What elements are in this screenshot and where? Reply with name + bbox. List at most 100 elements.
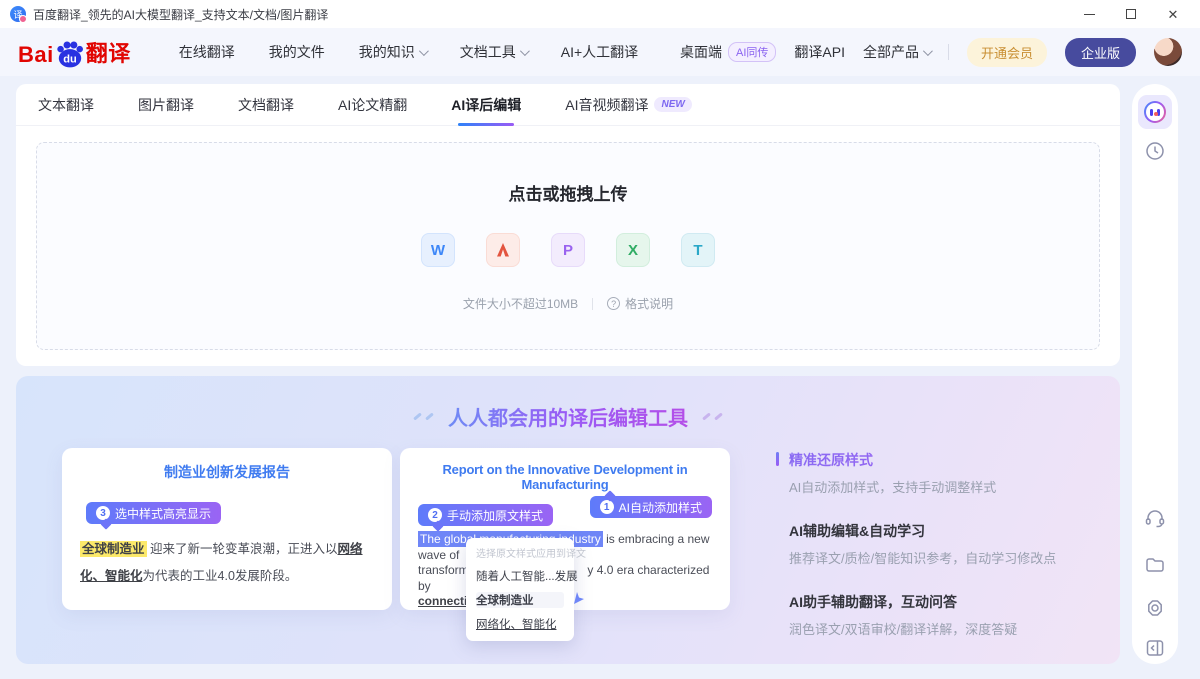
translate-tabs: 文本翻译 图片翻译 文档翻译 AI论文精翻 AI译后编辑 AI音视频翻译 NEW	[16, 84, 1120, 126]
nav-label: 文档工具	[460, 42, 516, 62]
cursor-icon	[570, 590, 586, 606]
source-doc-title: 制造业创新发展报告	[80, 462, 374, 482]
nav-ai-human-translate[interactable]: AI+人工翻译	[561, 42, 638, 62]
settings-button[interactable]	[1143, 596, 1167, 620]
active-indicator-bar	[776, 452, 779, 466]
tab-ai-post-edit[interactable]: AI译后编辑	[451, 84, 521, 126]
feature-desc: 推荐译文/质检/智能知识参考，自动学习修改点	[789, 548, 1106, 567]
note-divider	[592, 298, 593, 310]
badge-number: 3	[96, 506, 110, 520]
feature-ai-assist-edit[interactable]: AI辅助编辑&自动学习 推荐译文/质检/智能知识参考，自动学习修改点	[776, 521, 1106, 567]
new-badge: NEW	[654, 97, 691, 112]
enterprise-button[interactable]: 企业版	[1065, 38, 1136, 67]
headset-icon	[1143, 507, 1167, 531]
source-text-end: 为代表的工业4.0发展阶段。	[143, 569, 298, 583]
feature-title: AI助手辅助翻译，互动问答	[789, 592, 1106, 612]
highlighted-term: 全球制造业	[80, 541, 147, 557]
customer-support-button[interactable]	[1143, 507, 1167, 531]
nav-label: 在线翻译	[179, 42, 235, 62]
upload-title: 点击或拖拽上传	[509, 180, 628, 205]
logo-bai: Bai	[18, 42, 54, 68]
pdf-file-icon	[486, 233, 520, 267]
feature-desc: AI自动添加样式，支持手动调整样式	[789, 477, 1106, 496]
ppt-file-icon: P	[551, 233, 585, 267]
site-header: Bai du 翻译 在线翻译 我的文件 我的知识 文档工具 AI+人工翻译 桌面…	[0, 28, 1200, 76]
nav-label: AI+人工翻译	[561, 42, 638, 62]
nav-my-files[interactable]: 我的文件	[269, 42, 325, 62]
open-membership-button[interactable]: 开通会员	[967, 38, 1047, 67]
user-avatar[interactable]	[1154, 38, 1182, 66]
sparkle-left-icon	[413, 415, 434, 418]
dropdown-item-label: 全球制造业	[476, 595, 534, 607]
result-style-card: Report on the Innovative Development in …	[400, 448, 730, 610]
folder-icon	[1143, 553, 1167, 577]
tab-doc-translate[interactable]: 文档翻译	[238, 84, 294, 126]
manual-style-badge: 2 手动添加原文样式	[418, 504, 553, 526]
upload-note: 文件大小不超过10MB ? 格式说明	[463, 295, 673, 312]
collapse-icon	[1143, 636, 1167, 660]
header-divider	[948, 44, 949, 60]
highlight-style-badge: 3 选中样式高亮显示	[86, 502, 221, 524]
feature-restore-style[interactable]: 精准还原样式 AI自动添加样式，支持手动调整样式	[776, 450, 1106, 496]
promo-title: 人人都会用的译后编辑工具	[448, 402, 688, 431]
txt-file-icon: T	[681, 233, 715, 267]
header-right: 桌面端 AI同传 翻译API 全部产品 开通会员 企业版	[680, 38, 1182, 67]
nav-doc-tools[interactable]: 文档工具	[460, 42, 527, 62]
badge-label: 手动添加原文样式	[447, 507, 543, 524]
products-label: 全部产品	[863, 42, 919, 62]
excel-file-icon: X	[616, 233, 650, 267]
feature-list: 精准还原样式 AI自动添加样式，支持手动调整样式 AI辅助编辑&自动学习 推荐译…	[776, 448, 1106, 663]
source-text-mid: 迎来了新一轮变革浪潮，正进入以	[147, 542, 338, 556]
format-help-label: 格式说明	[625, 295, 673, 312]
baidu-translate-logo[interactable]: Bai du 翻译	[18, 36, 131, 68]
ai-assistant-button[interactable]	[1138, 95, 1172, 129]
feature-desc: 润色译文/双语审校/翻译详解，深度答疑	[789, 619, 1106, 638]
badge-number: 1	[600, 500, 614, 514]
nav-my-knowledge[interactable]: 我的知识	[359, 42, 426, 62]
collapse-panel-button[interactable]	[1143, 636, 1167, 660]
sparkle-right-icon	[702, 415, 723, 418]
nav-label: 我的文件	[269, 42, 325, 62]
upload-dropzone[interactable]: 点击或拖拽上传 W P X T 文件大小不超过10MB ? 格式说明	[36, 142, 1100, 350]
minimize-icon	[1084, 14, 1095, 15]
style-dropdown: 选择原文样式应用到译文 随着人工智能...发展 全球制造业 网络化、智能化	[466, 538, 574, 641]
tab-ai-paper-translate[interactable]: AI论文精翻	[338, 84, 407, 126]
close-button[interactable]: ✕	[1156, 2, 1190, 26]
chevron-down-icon	[520, 46, 530, 56]
tab-text-translate[interactable]: 文本翻译	[38, 84, 94, 126]
files-button[interactable]	[1143, 553, 1167, 577]
dropdown-item: 随着人工智能...发展	[476, 568, 564, 584]
chevron-down-icon	[923, 46, 933, 56]
nav-label: 我的知识	[359, 42, 415, 62]
svg-text:du: du	[63, 53, 77, 65]
ai-assistant-icon	[1144, 101, 1166, 123]
desktop-client-link[interactable]: 桌面端 AI同传	[680, 42, 776, 62]
feature-ai-qa[interactable]: AI助手辅助翻译，互动问答 润色译文/双语审校/翻译详解，深度答疑	[776, 592, 1106, 638]
format-help-link[interactable]: ? 格式说明	[607, 295, 673, 312]
history-button[interactable]	[1144, 140, 1166, 162]
chevron-down-icon	[419, 46, 429, 56]
translate-api-link[interactable]: 翻译API	[794, 42, 845, 62]
badge-number: 2	[428, 508, 442, 522]
main-nav: 在线翻译 我的文件 我的知识 文档工具 AI+人工翻译	[179, 42, 638, 62]
minimize-button[interactable]	[1072, 2, 1106, 26]
size-limit-note: 文件大小不超过10MB	[463, 295, 578, 312]
tab-label: AI音视频翻译	[565, 95, 648, 115]
window-title: 百度翻译_领先的AI大模型翻译_支持文本/文档/图片翻译	[33, 6, 1072, 23]
logo-name: 翻译	[86, 36, 131, 68]
tab-image-translate[interactable]: 图片翻译	[138, 84, 194, 126]
tab-ai-av-translate[interactable]: AI音视频翻译 NEW	[565, 84, 692, 126]
ai-style-badge: 1 AI自动添加样式	[590, 496, 712, 518]
window-titlebar: 译 百度翻译_领先的AI大模型翻译_支持文本/文档/图片翻译 ✕	[0, 0, 1200, 28]
nav-online-translate[interactable]: 在线翻译	[179, 42, 235, 62]
all-products-menu[interactable]: 全部产品	[863, 42, 930, 62]
gear-icon	[1143, 596, 1167, 620]
desktop-label: 桌面端	[680, 42, 722, 62]
side-toolbar	[1132, 84, 1178, 664]
maximize-icon	[1126, 9, 1136, 19]
feature-title: 精准还原样式	[789, 450, 1106, 470]
source-style-card: 制造业创新发展报告 3 选中样式高亮显示 全球制造业 迎来了新一轮变革浪潮，正进…	[62, 448, 392, 610]
feature-title: AI辅助编辑&自动学习	[789, 521, 1106, 541]
dropdown-header: 选择原文样式应用到译文	[476, 545, 564, 560]
maximize-button[interactable]	[1114, 2, 1148, 26]
